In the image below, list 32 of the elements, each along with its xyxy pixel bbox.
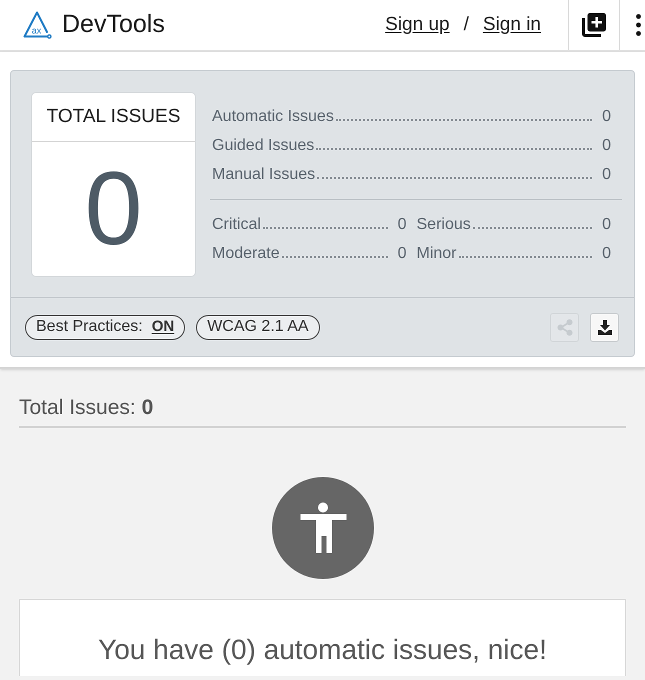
issue-count: 0 [602,136,611,156]
issue-label: Guided Issues [212,136,314,156]
success-message: You have (0) automatic issues, nice! [98,633,547,667]
issue-count: 0 [602,244,611,264]
issue-count: 0 [602,215,611,235]
issue-label: Critical [212,215,261,235]
card-title: TOTAL ISSUES [46,104,180,129]
issue-label: Automatic Issues [212,107,334,127]
kebab-menu-icon [636,14,641,36]
share-icon [556,318,572,336]
download-button[interactable] [590,312,619,342]
issue-count: 0 [398,244,406,264]
sign-up-link[interactable]: Sign up [385,10,450,40]
total-count: 0 [84,157,142,261]
link-separator: / [464,12,469,37]
results-heading: Total Issues: 0 [19,394,626,428]
issue-label: Moderate [212,244,280,264]
issue-count: 0 [398,215,406,235]
logo: ax [23,11,52,39]
issue-label: Manual Issues [212,165,316,185]
add-button[interactable] [568,0,620,50]
add-box-icon [581,12,607,38]
issue-count: 0 [602,165,611,185]
sign-in-link[interactable]: Sign in [482,10,541,40]
best-practices-toggle[interactable]: Best Practices: ON [25,314,186,340]
issue-label: Serious [416,215,471,235]
issue-label: Minor [416,244,457,264]
standard-tag: WCAG 2.1 AA [196,314,320,340]
accessibility-person-icon [272,477,374,579]
download-icon [598,320,612,334]
brand-name: DevTools [62,9,165,40]
issue-count: 0 [602,107,611,127]
